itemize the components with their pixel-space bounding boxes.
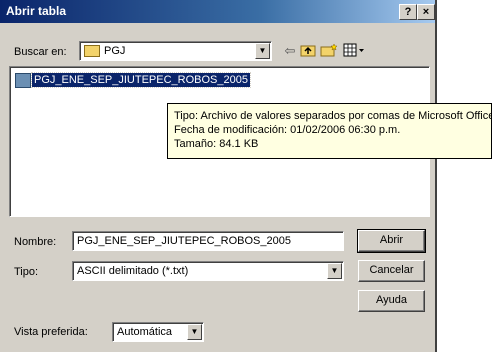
chevron-down-icon[interactable]: ▼ xyxy=(255,43,270,59)
look-in-dropdown[interactable]: PGJ ▼ xyxy=(79,41,272,61)
open-table-dialog: Abrir tabla ? × Buscar en: PGJ ▼ ⇦ PGJ_E… xyxy=(0,0,437,352)
back-arrow-icon[interactable]: ⇦ xyxy=(283,43,297,59)
file-info-tooltip: Tipo: Archivo de valores separados por c… xyxy=(167,103,492,159)
close-button[interactable]: × xyxy=(417,4,435,20)
help-button[interactable]: Ayuda xyxy=(358,290,425,312)
folder-icon xyxy=(84,45,100,58)
chevron-down-icon[interactable]: ▼ xyxy=(327,263,342,279)
views-menu-icon[interactable] xyxy=(343,43,365,59)
look-in-label: Buscar en: xyxy=(14,46,67,58)
file-icon xyxy=(15,73,31,88)
look-in-value: PGJ xyxy=(104,45,126,57)
tooltip-size: Tamaño: 84.1 KB xyxy=(174,138,259,150)
new-folder-icon[interactable] xyxy=(320,43,338,59)
file-type-value: ASCII delimitado (*.txt) xyxy=(77,265,189,277)
preferred-view-dropdown[interactable]: Automática ▼ xyxy=(112,322,204,342)
open-button[interactable]: Abrir xyxy=(357,229,426,253)
up-folder-icon[interactable] xyxy=(300,43,316,59)
tooltip-modified: Fecha de modificación: 01/02/2006 06:30 … xyxy=(174,124,401,136)
preferred-view-value: Automática xyxy=(117,326,173,338)
file-name-label: Nombre: xyxy=(14,236,57,248)
file-type-dropdown[interactable]: ASCII delimitado (*.txt) ▼ xyxy=(72,261,344,281)
chevron-down-icon[interactable]: ▼ xyxy=(187,324,202,340)
dialog-title: Abrir tabla xyxy=(6,4,67,18)
preferred-view-label: Vista preferida: xyxy=(14,326,88,338)
cancel-button[interactable]: Cancelar xyxy=(358,260,425,282)
file-name[interactable]: PGJ_ENE_SEP_JIUTEPEC_ROBOS_2005 xyxy=(31,72,251,88)
help-title-button[interactable]: ? xyxy=(399,4,417,20)
file-name-input[interactable]: PGJ_ENE_SEP_JIUTEPEC_ROBOS_2005 xyxy=(72,231,344,251)
tooltip-type: Tipo: Archivo de valores separados por c… xyxy=(174,110,492,122)
file-type-label: Tipo: xyxy=(14,266,39,278)
title-bar[interactable]: Abrir tabla ? × xyxy=(0,0,435,23)
file-name-value: PGJ_ENE_SEP_JIUTEPEC_ROBOS_2005 xyxy=(77,235,291,247)
